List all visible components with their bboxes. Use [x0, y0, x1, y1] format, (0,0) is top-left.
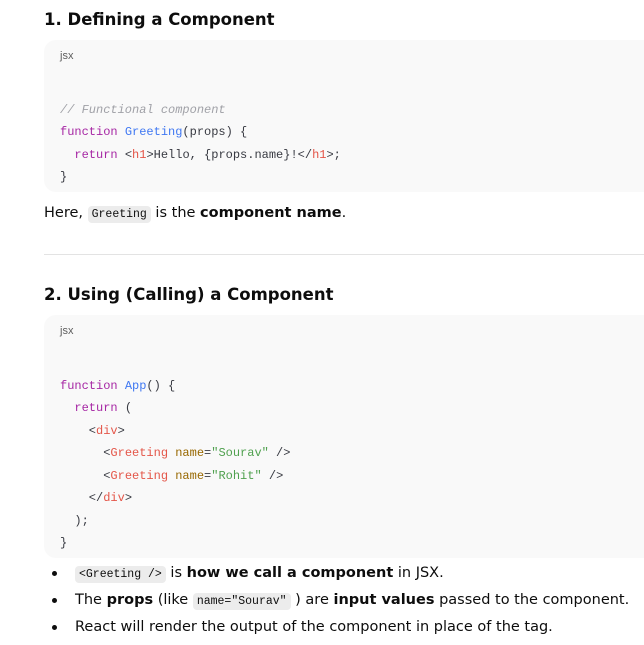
- code-token: function: [60, 125, 125, 139]
- divider: [44, 254, 644, 255]
- code-token: return: [74, 147, 125, 162]
- code-token: Greeting: [110, 468, 169, 483]
- code-token: return: [74, 401, 125, 415]
- code-token: <: [60, 468, 111, 483]
- text: (like: [153, 592, 193, 608]
- code-token: h1: [312, 147, 327, 162]
- code-token: "Sourav": [211, 446, 269, 460]
- list-item: React will render the output of the comp…: [44, 616, 629, 643]
- code-line: function App() {: [60, 375, 290, 398]
- code-token: <: [60, 446, 111, 460]
- bold-text: how we call a component: [186, 565, 394, 581]
- code-token: function: [60, 378, 125, 393]
- code-line: <Greeting name="Sourav" />: [60, 442, 290, 465]
- text: in JSX.: [393, 565, 444, 581]
- code-token: App: [124, 378, 147, 393]
- list-item: The props (like name="Sourav" ) are inpu…: [44, 589, 629, 616]
- code-token: <: [124, 147, 133, 162]
- code-token: </: [60, 491, 104, 505]
- text: React will render the output of the comp…: [75, 619, 553, 635]
- bold-text: input values: [333, 592, 435, 608]
- code-token: Greeting: [124, 125, 183, 139]
- section-heading: 2. Using (Calling) a Component: [44, 285, 334, 304]
- code-token: />: [261, 468, 284, 483]
- code-token: Greeting: [110, 446, 169, 460]
- code-token: (: [124, 401, 133, 415]
- text: ) are: [290, 592, 334, 608]
- paragraph: Here, Greeting is the component name.: [44, 205, 347, 223]
- code-token: "Rohit": [211, 468, 262, 483]
- inline-code: Greeting: [87, 206, 151, 223]
- code-line: <Greeting name="Rohit" />: [60, 465, 290, 488]
- code-line: <div>: [60, 420, 290, 443]
- section-heading: 1. Defining a Component: [44, 10, 275, 29]
- code-token: }: [60, 536, 68, 550]
- code-token: (props) {: [182, 125, 248, 139]
- bold-text: component name: [200, 205, 342, 221]
- text: Here,: [44, 205, 88, 221]
- code-line: }: [60, 166, 341, 189]
- code-token: // Functional component: [60, 102, 226, 117]
- text: is the: [150, 205, 201, 221]
- code-token: >;: [326, 147, 341, 162]
- code-language-label: jsx: [60, 50, 74, 62]
- code-token: >: [117, 423, 125, 438]
- code-token: div: [103, 491, 125, 505]
- code-line: return <h1>Hello, {props.name}!</h1>;: [60, 144, 341, 167]
- code-block: jsx function App() { return ( <div> <Gre…: [44, 315, 644, 558]
- text: passed to the component.: [434, 592, 630, 608]
- inline-code: <Greeting />: [75, 566, 166, 583]
- code-language-label: jsx: [60, 325, 74, 337]
- list-item: <Greeting /> is how we call a component …: [44, 562, 629, 589]
- code-token: >: [124, 491, 133, 505]
- code-token: h1: [132, 147, 147, 162]
- code-content: // Functional component function Greeting…: [60, 76, 341, 189]
- code-content: function App() { return ( <div> <Greetin…: [60, 352, 290, 555]
- code-token: <: [60, 423, 97, 438]
- code-token: div: [96, 423, 118, 438]
- code-token: );: [60, 513, 89, 528]
- code-token: }: [60, 170, 68, 184]
- code-token: />: [268, 446, 291, 460]
- text: .: [341, 205, 347, 221]
- code-line: return (: [60, 397, 290, 420]
- code-block: jsx // Functional component function Gree…: [44, 40, 644, 192]
- code-line: );: [60, 510, 290, 533]
- bold-text: props: [106, 592, 154, 608]
- code-line: function Greeting(props) {: [60, 121, 341, 144]
- text: is: [165, 565, 187, 581]
- code-token: name: [175, 446, 205, 460]
- text: The: [75, 592, 107, 608]
- code-line: }: [60, 532, 290, 555]
- code-line: </div>: [60, 487, 290, 510]
- code-token: () {: [146, 378, 176, 393]
- code-token: >Hello, {props.name}!</: [146, 147, 313, 162]
- code-token: name: [175, 468, 205, 483]
- inline-code: name="Sourav": [192, 593, 291, 610]
- code-line: // Functional component: [60, 99, 341, 122]
- bullet-list: <Greeting /> is how we call a component …: [44, 562, 629, 643]
